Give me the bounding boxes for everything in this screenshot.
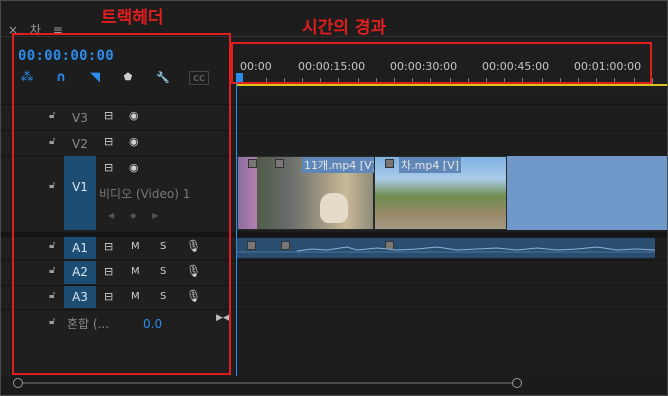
horizontal-scroll-area <box>0 376 668 394</box>
work-area-bar[interactable] <box>236 84 668 86</box>
scroll-end-handle[interactable] <box>512 378 522 388</box>
track-header-highlight <box>12 33 231 375</box>
v1-track-lane[interactable]: 11개.mp4 [V] 차.mp4 [V] <box>237 156 668 230</box>
fx-badge-icon <box>275 159 284 168</box>
playhead-line[interactable] <box>236 82 237 376</box>
dog-thumbnail <box>320 193 348 223</box>
annotation-time: 시간의 경과 <box>302 18 387 38</box>
clip-label: 11개.mp4 [V] <box>302 157 378 173</box>
clip-cha-mp4[interactable]: 차.mp4 [V] <box>374 156 507 230</box>
playhead-handle[interactable] <box>236 73 243 82</box>
horizontal-scrollbar[interactable] <box>18 382 516 384</box>
fx-badge-icon <box>248 159 257 168</box>
time-ruler-highlight <box>231 42 652 84</box>
clip-label: 차.mp4 [V] <box>399 157 461 173</box>
fx-badge-icon <box>385 159 394 168</box>
scroll-start-handle[interactable] <box>13 378 23 388</box>
clip-tail[interactable] <box>507 156 668 230</box>
audio-waveform <box>237 246 655 253</box>
a1-audio-clip[interactable] <box>237 238 655 258</box>
annotation-track-header: 트랙헤더 <box>101 8 164 28</box>
clip-11-mp4[interactable]: 11개.mp4 [V] <box>237 156 378 230</box>
